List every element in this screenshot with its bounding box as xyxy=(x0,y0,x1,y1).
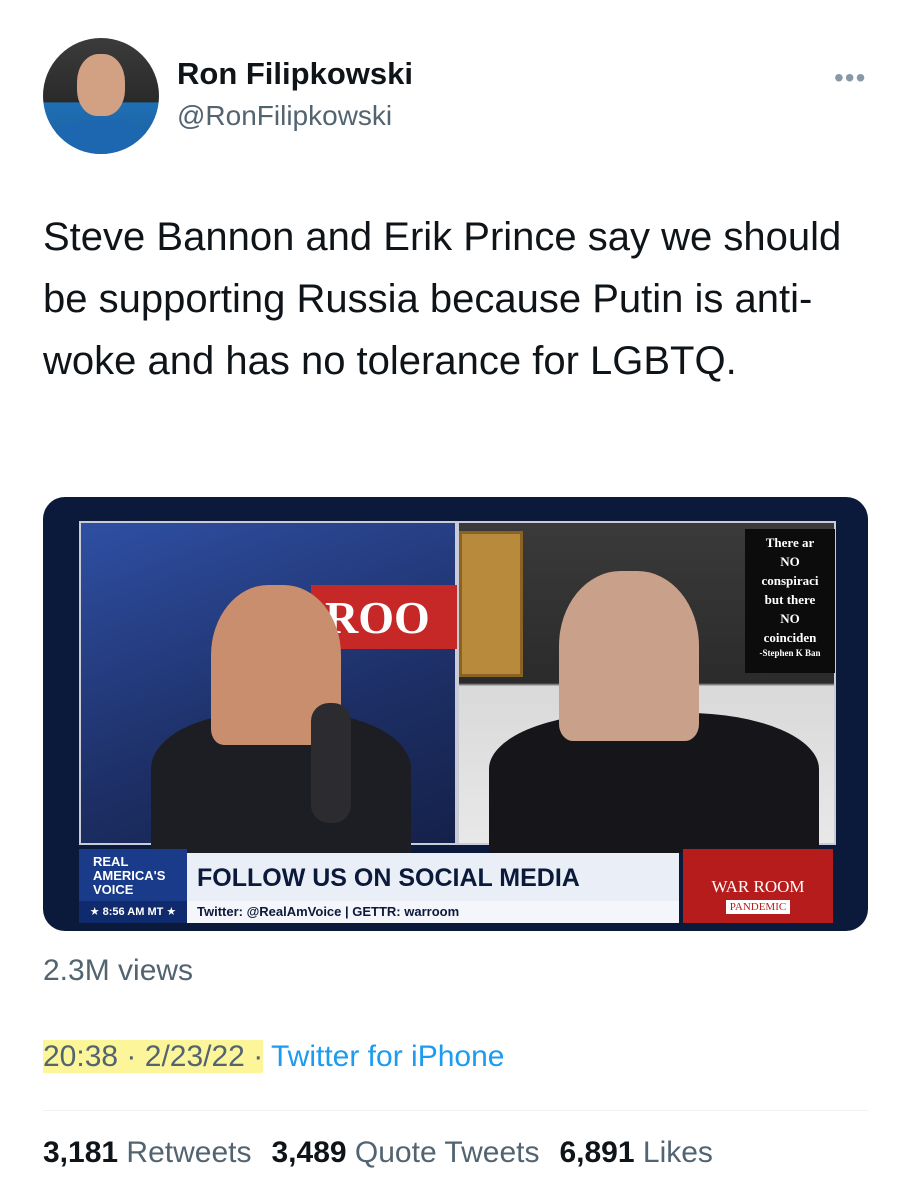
lower-third: REAL AMERICA'S VOICE ★ 8:56 AM MT ★ FOLL… xyxy=(79,849,833,923)
retweets-count: 3,181 xyxy=(43,1136,119,1169)
show-logo: WAR ROOM PANDEMIC xyxy=(683,849,833,923)
tweet-date: 2/23/22 xyxy=(144,1040,245,1073)
separator: · xyxy=(253,1040,264,1073)
author-handle[interactable]: @RonFilipkowski xyxy=(177,100,392,132)
video-frame-left: ROO xyxy=(79,521,471,853)
sign-line: conspiraci xyxy=(761,573,819,588)
network-line: AMERICA'S xyxy=(93,868,166,883)
person-head xyxy=(559,571,699,741)
lower-third-subline: Twitter: @RealAmVoice | GETTR: warroom xyxy=(187,901,679,923)
video-frame-right: There ar NO conspiraci but there NO coin… xyxy=(457,521,836,853)
tweet-meta: 20:38 · 2/23/22 · Twitter for iPhone xyxy=(43,1040,504,1074)
tweet-time: 20:38 xyxy=(43,1040,119,1073)
quote-tweets-count: 3,489 xyxy=(271,1136,347,1169)
tweet-source-link[interactable]: Twitter for iPhone xyxy=(271,1040,504,1073)
author-name[interactable]: Ron Filipkowski xyxy=(177,56,413,92)
more-horizontal-icon[interactable]: ••• xyxy=(834,62,866,94)
network-line: REAL xyxy=(93,854,129,869)
network-line: VOICE xyxy=(93,882,134,897)
sign-line: NO xyxy=(780,554,800,569)
sign-line: -Stephen K Ban xyxy=(759,648,821,658)
show-subtitle: PANDEMIC xyxy=(725,900,791,914)
microphone xyxy=(311,703,351,823)
network-logo: REAL AMERICA'S VOICE xyxy=(79,849,187,901)
retweets-label: Retweets xyxy=(126,1136,252,1169)
avatar[interactable] xyxy=(43,38,159,154)
likes-stat[interactable]: 6,891 Likes xyxy=(559,1136,712,1169)
video-media[interactable]: ROO There ar NO conspiraci but there NO … xyxy=(43,497,868,931)
quote-tweets-stat[interactable]: 3,489 Quote Tweets xyxy=(271,1136,539,1169)
likes-count: 6,891 xyxy=(559,1136,635,1169)
retweets-stat[interactable]: 3,181 Retweets xyxy=(43,1136,251,1169)
quote-tweets-label: Quote Tweets xyxy=(354,1136,540,1169)
engagement-stats: 3,181 Retweets 3,489 Quote Tweets 6,891 Li… xyxy=(43,1136,733,1170)
view-count: 2.3M views xyxy=(43,954,194,987)
sign-line: but there xyxy=(764,592,816,607)
broadcast-clock: ★ 8:56 AM MT ★ xyxy=(79,901,187,923)
avatar-face xyxy=(77,54,125,116)
sign-line: NO xyxy=(780,611,800,626)
tweet-text: Steve Bannon and Erik Prince say we shou… xyxy=(43,215,842,383)
separator: · xyxy=(126,1040,137,1073)
sign-line: coinciden xyxy=(763,630,817,645)
show-title: WAR ROOM xyxy=(711,877,805,896)
timestamp-highlight[interactable]: 20:38 · 2/23/22 · xyxy=(43,1040,264,1073)
lower-third-headline: FOLLOW US ON SOCIAL MEDIA xyxy=(187,853,679,901)
divider xyxy=(43,1110,868,1111)
likes-label: Likes xyxy=(642,1136,713,1169)
sign-line: There ar xyxy=(765,535,815,550)
avatar-shirt xyxy=(53,120,149,154)
studio-sign: There ar NO conspiraci but there NO coin… xyxy=(745,529,835,673)
wall-painting xyxy=(459,531,523,677)
